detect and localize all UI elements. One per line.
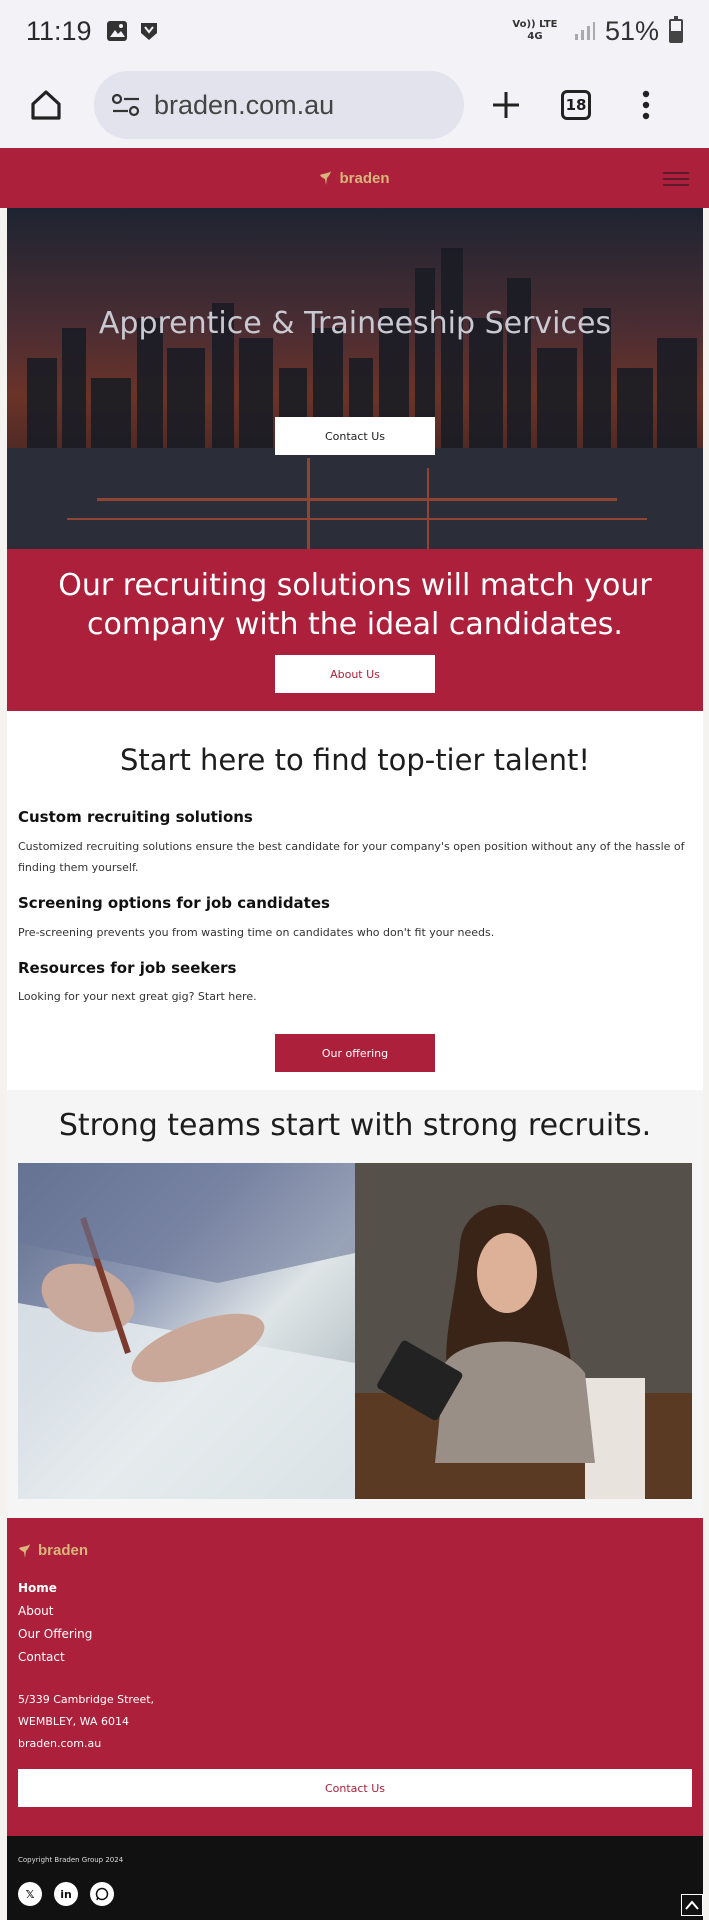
site-footer: braden Home About Our Offering Contact 5… xyxy=(7,1518,703,1836)
home-button[interactable] xyxy=(18,77,74,133)
footer-link-home[interactable]: Home xyxy=(18,1581,57,1595)
url-text: braden.com.au xyxy=(154,89,335,120)
back-to-top-button[interactable] xyxy=(681,1894,703,1916)
logo-text: braden xyxy=(38,1542,89,1559)
talent-item-title: Screening options for job candidates xyxy=(18,894,330,912)
signing-document-photo xyxy=(18,1163,355,1499)
battery-icon xyxy=(669,16,683,43)
home-icon xyxy=(31,90,61,120)
site-logo[interactable]: braden xyxy=(319,169,390,187)
address-line-2: WEMBLEY, WA 6014 xyxy=(18,1715,129,1728)
whatsapp-icon[interactable] xyxy=(90,1882,114,1906)
menu-button[interactable] xyxy=(618,77,674,133)
talent-item-text: Pre-screening prevents you from wasting … xyxy=(18,926,495,939)
gallery-icon xyxy=(106,21,127,41)
tabs-count: 18 xyxy=(561,90,591,120)
footer-logo[interactable]: braden xyxy=(18,1542,88,1559)
footer-website[interactable]: braden.com.au xyxy=(18,1737,101,1750)
teams-heading: Strong teams start with strong recruits. xyxy=(58,1108,652,1143)
footer-link-about[interactable]: About xyxy=(18,1604,53,1618)
status-time: 11:19 xyxy=(26,15,92,46)
x-twitter-icon[interactable]: 𝕏 xyxy=(18,1882,42,1906)
new-tab-button[interactable] xyxy=(478,77,534,133)
talent-item-title: Custom recruiting solutions xyxy=(18,808,253,826)
talent-heading: Start here to find top-tier talent! xyxy=(119,743,591,777)
signal-icon xyxy=(574,22,595,40)
chevron-up-icon xyxy=(685,1900,699,1910)
site-header: braden xyxy=(0,148,709,208)
our-offering-button[interactable]: Our offering xyxy=(275,1034,435,1072)
about-us-button[interactable]: About Us xyxy=(275,655,435,693)
browser-toolbar: braden.com.au 18 xyxy=(0,62,709,148)
recruiting-band: Our recruiting solutions will match your… xyxy=(7,549,703,711)
tabs-button[interactable]: 18 xyxy=(548,77,604,133)
address-line-1: 5/339 Cambridge Street, xyxy=(18,1693,155,1706)
talent-item-text: Looking for your next great gig? Start h… xyxy=(18,990,257,1003)
footer-contact-button[interactable]: Contact Us xyxy=(18,1769,692,1807)
footer-link-our-offering[interactable]: Our Offering xyxy=(18,1627,92,1641)
address-bar[interactable]: braden.com.au xyxy=(94,71,464,139)
network-indicator: Vo)) LTE 4G xyxy=(512,19,558,42)
hero-title: Apprentice & Traineeship Services xyxy=(98,306,612,341)
copyright-bar: Copyright Braden Group 2024 𝕏 in xyxy=(7,1836,703,1920)
band-text: Our recruiting solutions will match your… xyxy=(58,568,652,642)
more-vert-icon xyxy=(642,90,650,120)
nav-menu-toggle[interactable] xyxy=(663,172,689,190)
footer-link-contact[interactable]: Contact xyxy=(18,1650,65,1664)
talent-item-title: Resources for job seekers xyxy=(18,959,237,977)
linkedin-icon[interactable]: in xyxy=(54,1882,78,1906)
talent-item-text: Customized recruiting solutions ensure t… xyxy=(18,840,685,874)
teams-section: Strong teams start with strong recruits. xyxy=(7,1090,703,1518)
copyright-text: Copyright Braden Group 2024 xyxy=(18,1856,124,1864)
city-skyline-image xyxy=(7,208,703,549)
logo-text: braden xyxy=(339,169,390,187)
shield-icon xyxy=(140,23,157,40)
bird-logo-icon xyxy=(19,1543,30,1558)
battery-percent: 51% xyxy=(604,15,659,46)
status-bar: 11:19 Vo)) LTE 4G 51% xyxy=(0,0,709,62)
plus-icon xyxy=(493,92,519,118)
woman-with-tablet-photo xyxy=(355,1163,692,1499)
bird-logo-icon xyxy=(320,171,332,185)
hero-section: Apprentice & Traineeship Services Contac… xyxy=(7,208,703,549)
site-settings-icon xyxy=(112,93,140,117)
hero-contact-button[interactable]: Contact Us xyxy=(275,417,435,455)
talent-section: Start here to find top-tier talent! Cust… xyxy=(7,711,703,1090)
